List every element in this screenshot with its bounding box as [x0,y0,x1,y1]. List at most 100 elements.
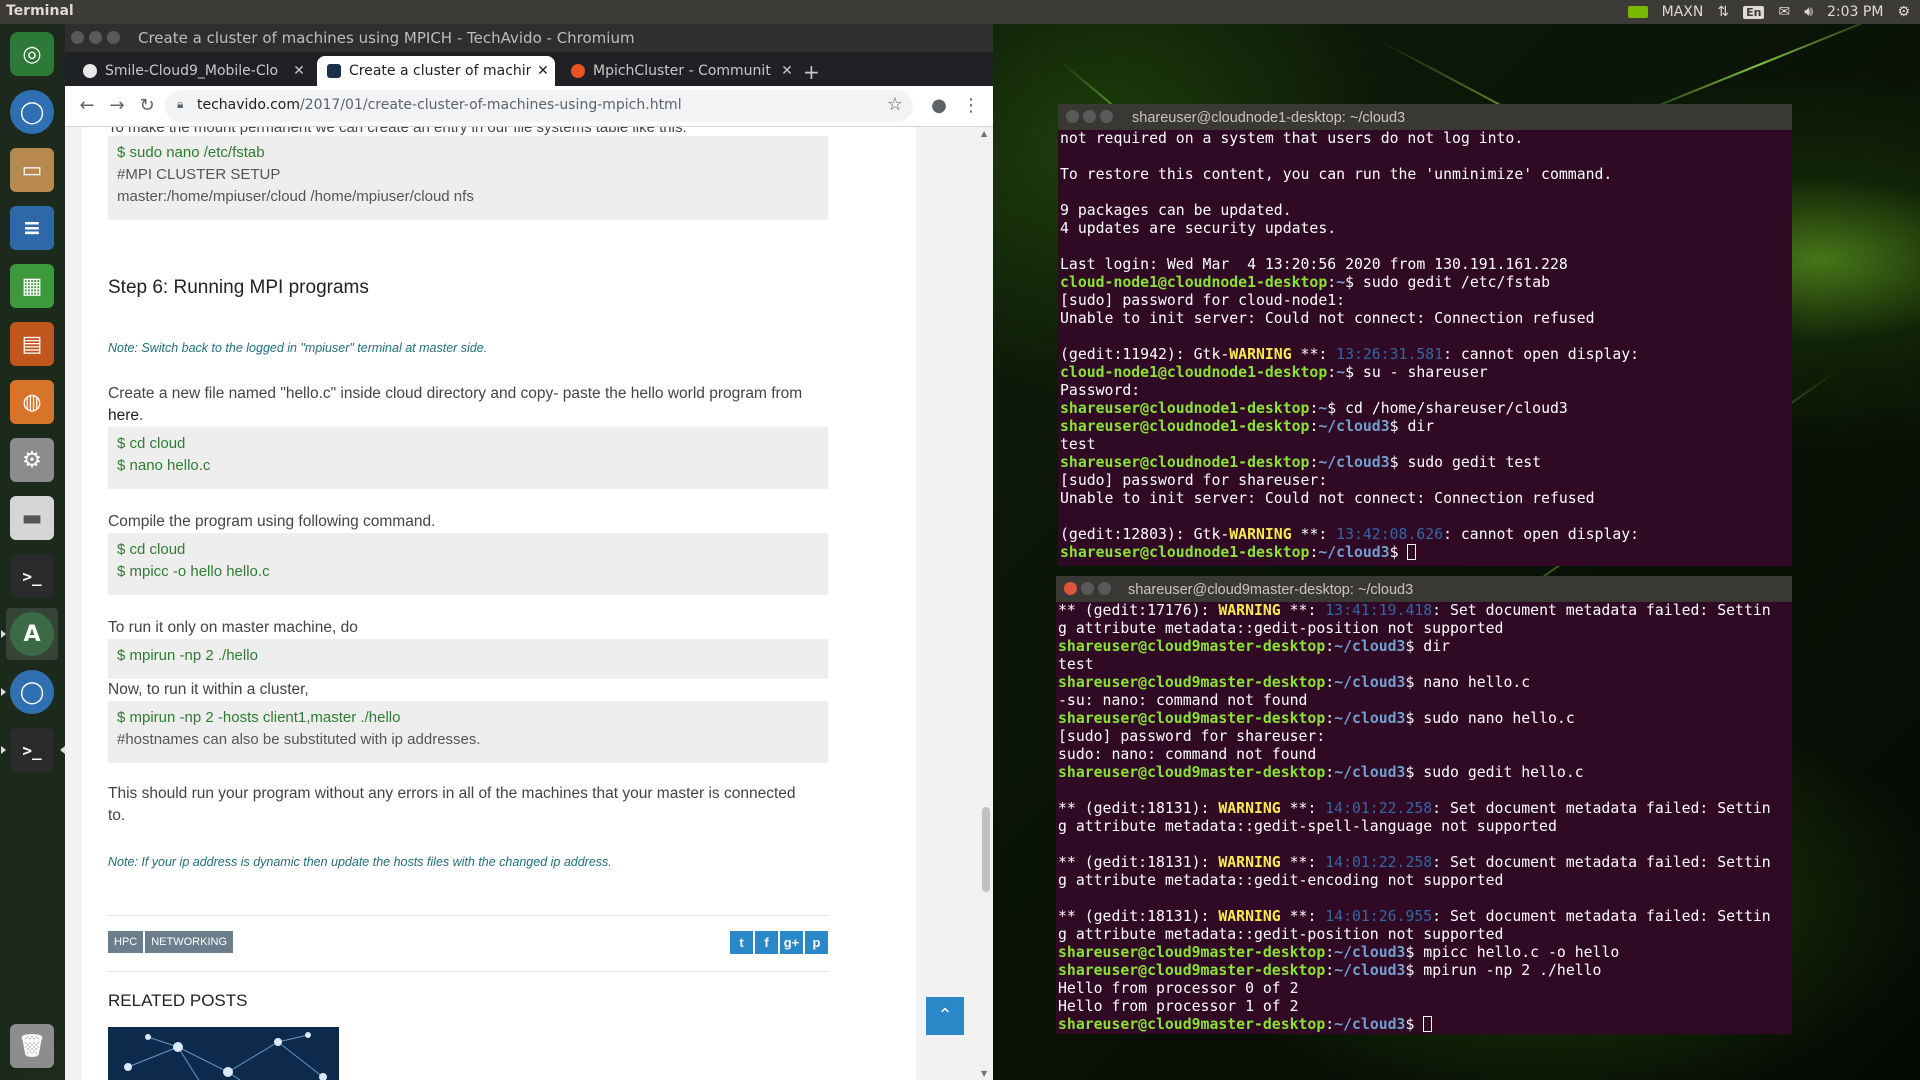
menu-kebab-icon[interactable]: ⋮ [959,94,983,118]
terminal-text: ~/cloud3 [1334,638,1406,655]
launcher-terminal-running[interactable]: >_ [1,724,65,776]
facebook-share-icon[interactable]: f [755,931,778,954]
window-maximize-button[interactable] [1100,110,1113,123]
terminal-text: g attribute metadata::gedit-position not… [1058,926,1504,943]
launcher-software-updater[interactable]: A [1,608,58,660]
terminal-line: shareuser@cloud9master-desktop:~/cloud3$ [1058,1016,1790,1034]
tab-close-icon[interactable]: ✕ [531,63,555,79]
code-block-master: $ mpirun -np 2 ./hello [108,639,828,679]
window-maximize-button[interactable] [107,31,120,44]
terminal-output[interactable]: not required on a system that users do n… [1058,130,1792,566]
terminal-output[interactable]: ** (gedit:17176): WARNING **: 13:41:19.4… [1056,602,1792,1034]
terminal-line: 4 updates are security updates. [1060,220,1790,238]
terminal-text: 14:01:26.955 [1325,908,1433,925]
launcher-terminal[interactable]: >_ [6,550,58,602]
clock[interactable]: 2:03 PM [1827,4,1883,20]
terminal-text: ** (gedit:18131): [1058,800,1219,817]
address-bar[interactable]: 🔒︎ techavido.com/2017/01/create-cluster-… [165,90,913,122]
back-arrow-icon[interactable]: ← [75,94,99,118]
keyboard-layout-indicator[interactable]: En [1743,5,1765,19]
tab-github[interactable]: Smile-Cloud9_Mobile-Clo ✕ [73,56,311,86]
techavido-icon [327,64,341,78]
scroll-down-arrow-icon[interactable]: ▼ [981,1069,987,1078]
impress-icon: ▤ [10,322,54,366]
power-mode-label[interactable]: MAXN [1662,4,1704,20]
launcher-trash[interactable]: 🗑︎ [6,1020,58,1072]
launcher-impress[interactable]: ▤ [6,318,58,370]
new-tab-button[interactable]: + [803,60,820,84]
window-maximize-button[interactable] [1098,582,1111,595]
page-scrollbar[interactable]: ▲ ▼ [979,127,993,1080]
launcher-disk[interactable]: ▬ [6,492,58,544]
mail-icon[interactable]: ✉ [1778,4,1790,20]
terminal-title-bar[interactable]: shareuser@cloud9master-desktop: ~/cloud3 [1056,576,1792,602]
tag-hpc[interactable]: HPC [108,931,144,953]
terminal-line: [sudo] password for shareuser: [1058,728,1790,746]
lock-icon[interactable]: 🔒︎ [177,97,183,112]
terminal-line: ** (gedit:18131): WARNING **: 14:01:26.9… [1058,908,1790,926]
scrollbar-thumb[interactable] [982,807,990,892]
terminal-text: : Set document metadata failed: Settin [1432,800,1771,817]
terminal-text: WARNING [1218,854,1281,871]
terminal-line: shareuser@cloud9master-desktop:~/cloud3$… [1058,764,1790,782]
terminal-text: ** (gedit:18131): [1058,854,1219,871]
chromium-title-bar[interactable]: Create a cluster of machines using MPICH… [65,24,993,52]
terminal-text: shareuser@cloud9master-desktop [1058,962,1326,979]
disk-icon: ▬ [10,496,54,540]
bookmark-star-icon[interactable]: ☆ [887,94,903,115]
launcher-files[interactable]: ▭ [6,144,58,196]
scroll-up-arrow-icon[interactable]: ▲ [981,129,987,138]
terminal-text: WARNING [1229,346,1292,363]
terminal-text: Hello from processor 0 of 2 [1058,980,1299,997]
twitter-share-icon[interactable]: t [730,931,753,954]
launcher-chromium-running[interactable]: ◯ [1,666,58,718]
terminal-line: shareuser@cloudnode1-desktop:~$ cd /home… [1060,400,1790,418]
terminal-line: shareuser@cloud9master-desktop:~/cloud3$… [1058,944,1790,962]
terminal-text: 14:01:22.258 [1325,800,1433,817]
here-link[interactable]: here [108,407,139,424]
reload-icon[interactable]: ↻ [135,94,159,118]
volume-icon[interactable]: 🔊︎ [1804,4,1813,20]
related-post-thumbnail[interactable] [108,1027,339,1080]
launcher-chromium[interactable]: ◯ [6,86,58,138]
terminal-text: $ cd /home/shareuser/cloud3 [1327,400,1568,417]
terminal-window-node1[interactable]: shareuser@cloudnode1-desktop: ~/cloud3 n… [1058,104,1792,566]
window-close-button[interactable] [1066,110,1079,123]
forward-arrow-icon[interactable]: → [105,94,129,118]
terminal-text: shareuser@cloud9master-desktop [1058,1016,1326,1033]
window-close-button[interactable] [71,31,84,44]
window-close-button[interactable] [1064,582,1077,595]
launcher-writer[interactable]: ≡ [6,202,58,254]
launcher-system-settings[interactable]: ⚙ [6,434,58,486]
tag-networking[interactable]: NETWORKING [145,931,234,953]
settings-gear-icon[interactable]: ⚙ [1897,4,1910,20]
launcher-software-center[interactable]: ◍ [6,376,58,428]
terminal-text: $ nano hello.c [1405,674,1531,691]
launcher-calc[interactable]: ▦ [6,260,58,312]
launcher-ubuntu-button[interactable]: ◎ [6,28,58,80]
googleplus-share-icon[interactable]: g+ [780,931,803,954]
terminal-line: shareuser@cloudnode1-desktop:~/cloud3$ s… [1060,454,1790,472]
terminal-window-master[interactable]: shareuser@cloud9master-desktop: ~/cloud3… [1056,576,1792,1034]
terminal-title-bar[interactable]: shareuser@cloudnode1-desktop: ~/cloud3 [1058,104,1792,130]
terminal-text: Last login: Wed Mar 4 13:20:56 2020 from… [1060,256,1568,273]
terminal-line: 9 packages can be updated. [1060,202,1790,220]
terminal-text: : [1325,764,1335,781]
window-minimize-button[interactable] [1083,110,1096,123]
profile-icon[interactable]: ● [927,94,951,118]
terminal-text: ~/cloud3 [1334,1016,1406,1033]
ubuntu-logo-icon: ◎ [10,32,54,76]
tab-close-icon[interactable]: ✕ [287,63,311,79]
window-minimize-button[interactable] [89,31,102,44]
terminal-text: -su: nano: command not found [1058,692,1308,709]
tab-close-icon[interactable]: ✕ [775,63,799,79]
terminal-text: shareuser@cloud9master-desktop [1058,674,1326,691]
tab-ubuntu-community[interactable]: MpichCluster - Communit ✕ [561,56,799,86]
tab-techavido[interactable]: Create a cluster of machin ✕ [317,56,555,86]
nvidia-icon[interactable] [1627,6,1648,18]
terminal-text: ~ [1336,364,1346,381]
back-to-top-button[interactable]: ⌃ [926,997,964,1035]
window-minimize-button[interactable] [1081,582,1094,595]
pinterest-share-icon[interactable]: p [805,931,828,954]
network-transfer-icon[interactable]: ⇅ [1717,4,1729,20]
